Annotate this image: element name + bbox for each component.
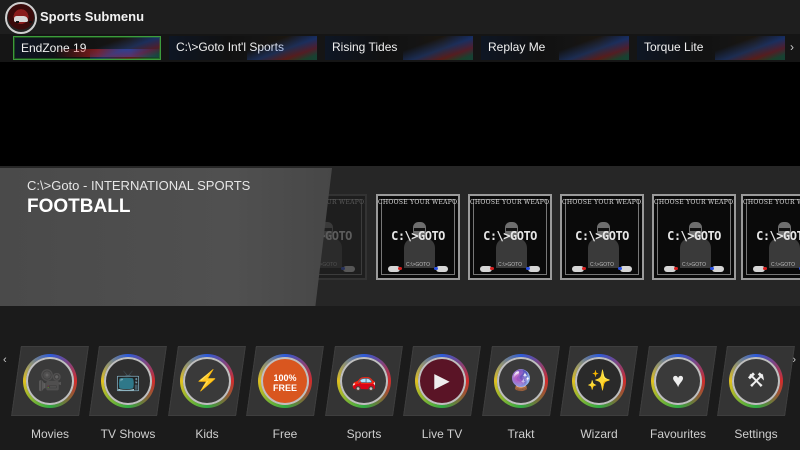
menu-item-label: Trakt	[507, 427, 535, 441]
thumbnail-text: CHOOSE YOUR WEAPON	[562, 199, 644, 206]
menu-item-label: TV Shows	[100, 427, 156, 441]
menu-item-label: Favourites	[649, 427, 707, 441]
preview-area	[0, 62, 800, 166]
thumbnail-text: C:\>GOTO	[483, 229, 537, 243]
header-bar: Sports Submenu	[0, 0, 800, 34]
shelf-category: C:\>Goto - INTERNATIONAL SPORTS	[27, 178, 251, 193]
menu-item-label: Free	[272, 427, 298, 441]
thumbnail-text: C:\>GOTO	[771, 262, 795, 268]
free-badge-text: 100% FREE	[272, 373, 297, 393]
menu-item-label: Settings	[734, 427, 778, 441]
main-menu: ‹ › 🎥 Movies 📺 TV Shows ⚡ Kids 100% FREE Free 🚗 Sp…	[0, 306, 800, 450]
sports-car-icon: 🚗	[340, 357, 388, 405]
thumbnail-text: CHOOSE YOUR WEAPON	[378, 199, 460, 206]
thumbnail-text: C:\>GOTO	[391, 229, 445, 243]
menu-item-sports[interactable]: 🚗	[325, 346, 403, 416]
thumbnail-text: CHOOSE YOUR WEAPON	[743, 199, 800, 206]
tab-label: Torque Lite	[644, 40, 704, 54]
thumbnail-text: CHOOSE YOUR WEAPON	[654, 199, 736, 206]
tab-label: C:\>Goto Int'l Sports	[176, 40, 285, 54]
thumbnail-text: C:\>GOTO	[667, 229, 721, 243]
tools-icon: ⚒	[732, 357, 780, 405]
shelf-title: FOOTBALL	[27, 196, 131, 217]
chevron-right-icon[interactable]: ›	[790, 40, 794, 54]
tab-label: EndZone 19	[21, 41, 87, 55]
goto-addon-thumbnail[interactable]: CHOOSE YOUR WEAPONC:\>GOTOC:\>GOTO	[652, 194, 736, 280]
menu-item-label: Live TV	[421, 427, 463, 441]
chevron-left-icon[interactable]: ‹	[3, 354, 7, 366]
menu-item-label: Kids	[195, 427, 219, 441]
thumbnail-text: C:\>GOTO	[756, 229, 800, 243]
menu-item-label: Movies	[30, 427, 69, 441]
menu-item-wizard[interactable]: ✨	[560, 346, 638, 416]
tab-label: Replay Me	[488, 40, 546, 54]
goto-addon-thumbnail[interactable]: CHOOSE YOUR WEAPONC:\>GOTOC:\>GOTO	[560, 194, 644, 280]
menu-item-live-tv[interactable]: ▶	[403, 346, 481, 416]
live-tv-icon: ▶	[418, 357, 466, 405]
menu-item-trakt[interactable]: 🔮	[482, 346, 560, 416]
menu-item-tv-shows[interactable]: 📺	[89, 346, 167, 416]
wizard-hat-icon: ✨	[575, 357, 623, 405]
thumbnail-text: CHOOSE YOUR WEAPON	[470, 199, 552, 206]
menu-item-movies[interactable]: 🎥	[11, 346, 89, 416]
film-camera-icon: 🎥	[26, 357, 74, 405]
red-car-logo-icon	[5, 2, 37, 34]
tab-torque-lite[interactable]: Torque Lite	[637, 36, 785, 60]
tab-goto-intl-sports[interactable]: C:\>Goto Int'l Sports	[169, 36, 317, 60]
tab-replay-me[interactable]: Replay Me	[481, 36, 629, 60]
pikachu-icon: ⚡	[183, 357, 231, 405]
tab-endzone-19[interactable]: EndZone 19	[13, 36, 161, 60]
menu-item-free[interactable]: 100% FREE	[246, 346, 324, 416]
page-title: Sports Submenu	[40, 9, 145, 24]
menu-item-label: Sports	[346, 427, 382, 441]
crystal-ball-icon: 🔮	[497, 357, 545, 405]
menu-item-kids[interactable]: ⚡	[168, 346, 246, 416]
goto-addon-thumbnail[interactable]: CHOOSE YOUR WEAPONC:\>GOTOC:\>GOTO	[376, 194, 460, 280]
thumbnail-text: C:\>GOTO	[575, 229, 629, 243]
goto-addon-thumbnail[interactable]: CHOOSE YOUR WEAPONC:\>GOTOC:\>GOTO	[468, 194, 552, 280]
menu-item-favourites[interactable]: ♥	[639, 346, 717, 416]
free-drop-icon: 100% FREE	[261, 357, 309, 405]
submenu-tabs: EndZone 19 C:\>Goto Int'l Sports Rising …	[0, 34, 800, 62]
retro-tv-icon: 📺	[104, 357, 152, 405]
goto-addon-thumbnail[interactable]: CHOOSE YOUR WEAPON C:\>GOTO C:\>GOTO	[741, 194, 800, 280]
tab-label: Rising Tides	[332, 40, 398, 54]
tab-rising-tides[interactable]: Rising Tides	[325, 36, 473, 60]
heart-hand-icon: ♥	[654, 357, 702, 405]
menu-item-settings[interactable]: ⚒	[717, 346, 795, 416]
menu-item-label: Wizard	[580, 427, 618, 441]
